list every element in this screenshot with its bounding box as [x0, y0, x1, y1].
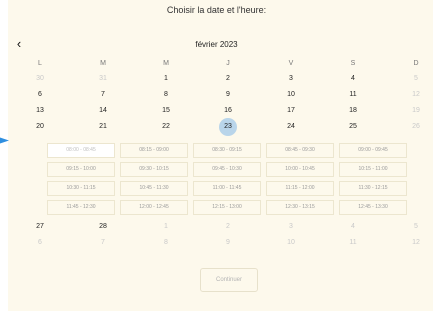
time-slot-button[interactable]: 08:15 - 09:00: [120, 143, 188, 158]
weekday-header: V: [288, 60, 294, 67]
time-slot-button[interactable]: 08:45 - 09:30: [266, 143, 334, 158]
calendar-day[interactable]: 20: [20, 122, 60, 132]
calendar-day[interactable]: 25: [333, 122, 373, 132]
calendar-day: 2: [226, 223, 230, 230]
calendar-day[interactable]: 10: [271, 90, 311, 100]
calendar-day[interactable]: 18: [333, 106, 373, 116]
calendar-day[interactable]: 9: [208, 90, 248, 100]
time-slot-grid: 08:00 - 08:45 08:15 - 09:00 08:30 - 09:15 0…: [47, 143, 408, 215]
time-slot-button[interactable]: 10:00 - 10:45: [266, 162, 334, 177]
weekday-header: M: [100, 60, 106, 67]
calendar-day: 9: [226, 239, 230, 246]
calendar-day[interactable]: 4: [333, 74, 373, 84]
time-slot-button[interactable]: 09:45 - 10:30: [193, 162, 261, 177]
time-slot-button[interactable]: 10:30 - 11:15: [47, 181, 115, 196]
time-slot-button[interactable]: 10:45 - 11:30: [120, 181, 188, 196]
time-slot-button[interactable]: 11:00 - 11:45: [193, 181, 261, 196]
time-slot-button[interactable]: 11:30 - 12:15: [339, 181, 407, 196]
calendar-day: 1: [164, 223, 168, 230]
calendar-day: 12: [412, 239, 420, 246]
calendar-day[interactable]: 8: [146, 90, 186, 100]
calendar-day-selected[interactable]: 23: [208, 122, 248, 132]
calendar-day: 10: [287, 239, 295, 246]
calendar-day: 7: [101, 239, 105, 246]
weekday-header: M: [163, 60, 169, 67]
calendar-day[interactable]: 21: [83, 122, 123, 132]
time-slot-button[interactable]: 11:15 - 12:00: [266, 181, 334, 196]
calendar-day: 11: [349, 239, 357, 246]
calendar-day[interactable]: 1: [146, 74, 186, 84]
calendar-day[interactable]: 22: [146, 122, 186, 132]
time-slot-button[interactable]: 09:30 - 10:15: [120, 162, 188, 177]
calendar-day[interactable]: 28: [83, 222, 123, 232]
time-slot-button[interactable]: 09:15 - 10:00: [47, 162, 115, 177]
calendar-day[interactable]: 3: [271, 74, 311, 84]
time-slot-button[interactable]: 12:30 - 13:15: [266, 200, 334, 215]
time-slot-button[interactable]: 12:00 - 12:45: [120, 200, 188, 215]
calendar-day[interactable]: 7: [83, 90, 123, 100]
calendar-day[interactable]: 2: [208, 74, 248, 84]
calendar-day[interactable]: 14: [83, 106, 123, 116]
weekday-header: S: [350, 60, 356, 67]
weekday-header: J: [226, 60, 230, 67]
calendar-day: 12: [412, 91, 420, 98]
time-slot-button[interactable]: 10:15 - 11:00: [339, 162, 407, 177]
month-label: février 2023: [195, 40, 238, 49]
calendar-day: 3: [289, 223, 293, 230]
time-slot-button[interactable]: 12:45 - 13:30: [339, 200, 407, 215]
calendar-day: 19: [412, 107, 420, 114]
weekday-header: L: [38, 60, 42, 67]
calendar-day: 5: [414, 75, 418, 82]
calendar-day[interactable]: 24: [271, 122, 311, 132]
time-slot-button[interactable]: 08:00 - 08:45: [47, 143, 115, 158]
time-slot-button[interactable]: 12:15 - 13:00: [193, 200, 261, 215]
calendar-day[interactable]: 13: [20, 106, 60, 116]
calendar-day[interactable]: 16: [208, 106, 248, 116]
calendar-day: 6: [38, 239, 42, 246]
calendar-day: 30: [36, 75, 44, 82]
calendar-day: 31: [99, 75, 107, 82]
calendar-day[interactable]: 27: [20, 222, 60, 232]
calendar-day[interactable]: 15: [146, 106, 186, 116]
page-title: Choisir la date et l'heure:: [166, 5, 267, 15]
calendar-day: 4: [351, 223, 355, 230]
weekday-header: D: [413, 60, 419, 67]
calendar-day[interactable]: 17: [271, 106, 311, 116]
arrow-right-icon: [0, 137, 9, 144]
calendar-day[interactable]: 6: [20, 90, 60, 100]
continue-button[interactable]: Continuer: [200, 268, 258, 292]
calendar-day: 8: [164, 239, 168, 246]
time-slot-button[interactable]: 09:00 - 09:45: [339, 143, 407, 158]
calendar-day: 5: [414, 223, 418, 230]
time-slot-button[interactable]: 08:30 - 09:15: [193, 143, 261, 158]
time-slot-button[interactable]: 11:45 - 12:30: [47, 200, 115, 215]
calendar-day[interactable]: 11: [333, 90, 373, 100]
calendar-day: 26: [412, 123, 420, 130]
